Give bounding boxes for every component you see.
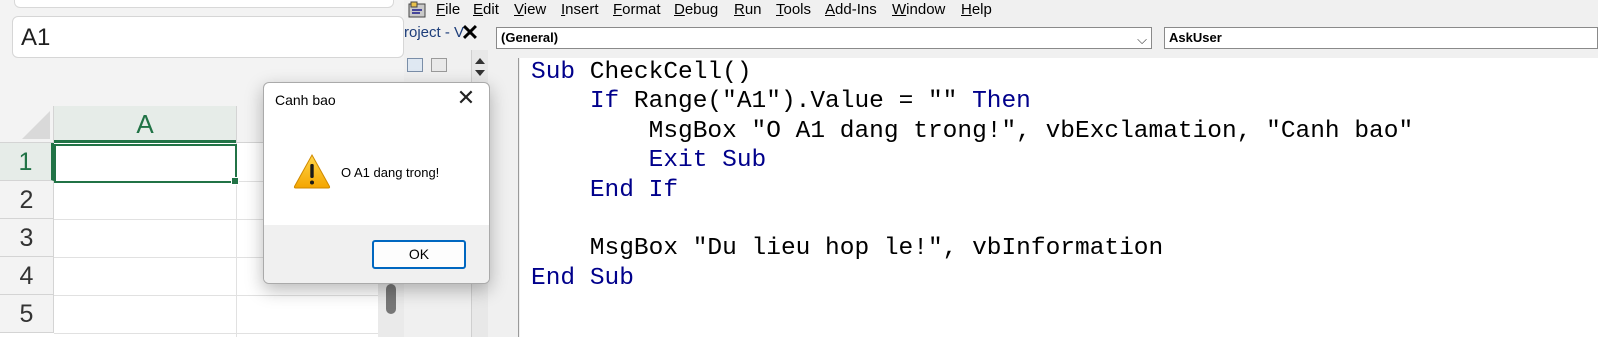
margin-indicator-bar[interactable] [498,58,519,337]
message-box-dialog: Canh bao ✕ O A1 dang trong! OK [263,82,490,284]
menu-file[interactable]: File [436,0,460,19]
object-dropdown-value: (General) [501,30,559,45]
menu-help[interactable]: Help [961,0,992,19]
chevron-down-icon[interactable]: ⌵ [1137,30,1147,50]
dialog-title: Canh bao [275,92,336,108]
select-all-corner[interactable] [0,106,54,143]
menu-run[interactable]: Run [734,0,762,19]
row-header-1[interactable]: 1 [0,143,54,181]
view-object-icon[interactable] [407,58,423,72]
scrollbar-thumb[interactable] [386,284,396,314]
view-code-icon[interactable] [431,58,447,72]
code-editor[interactable]: Sub CheckCell() If Range("A1").Value = "… [520,58,1598,337]
menu-window[interactable]: Window [892,0,945,19]
procedure-dropdown[interactable]: AskUser [1164,27,1598,49]
menu-add-ins[interactable]: Add-Ins [825,0,877,19]
gridline [54,295,404,296]
gridline [54,333,404,334]
project-close-icon[interactable]: ✕ [458,22,482,44]
menu-bar: File Edit View Insert Format Debug Run T… [404,0,1598,20]
formula-area-edge [14,0,394,8]
row-header-2[interactable]: 2 [0,181,54,219]
object-dropdown[interactable]: (General) ⌵ [496,27,1152,49]
dialog-button-bar: OK [264,225,489,283]
row-header-5[interactable]: 5 [0,295,54,333]
vba-editor-window: File Edit View Insert Format Debug Run T… [404,0,1598,337]
name-box-value: A1 [21,24,51,51]
menu-debug[interactable]: Debug [674,0,718,19]
row-header-4[interactable]: 4 [0,257,54,295]
code-text[interactable]: Sub CheckCell() If Range("A1").Value = "… [531,58,1413,293]
scroll-down-icon[interactable] [475,70,485,76]
row-header-3[interactable]: 3 [0,219,54,257]
dialog-message: O A1 dang trong! [341,165,440,180]
code-window: (General) ⌵ AskUser Sub CheckCell() If R… [488,20,1598,337]
procedure-dropdown-value: AskUser [1169,30,1222,45]
active-cell-a1[interactable] [54,144,239,185]
close-icon[interactable]: ✕ [455,87,477,109]
menu-insert[interactable]: Insert [561,0,599,19]
name-box[interactable]: A1 [12,16,404,58]
scroll-up-icon[interactable] [475,58,485,64]
menu-edit[interactable]: Edit [473,0,499,19]
project-explorer-title: roject - V [404,24,464,41]
column-header-a[interactable]: A [54,106,236,143]
menu-tools[interactable]: Tools [776,0,811,19]
menu-view[interactable]: View [514,0,546,19]
vbe-app-icon[interactable] [408,1,428,18]
menu-format[interactable]: Format [613,0,661,19]
warning-icon [293,153,331,189]
project-toolbar [404,54,474,76]
ok-button[interactable]: OK [372,240,466,269]
